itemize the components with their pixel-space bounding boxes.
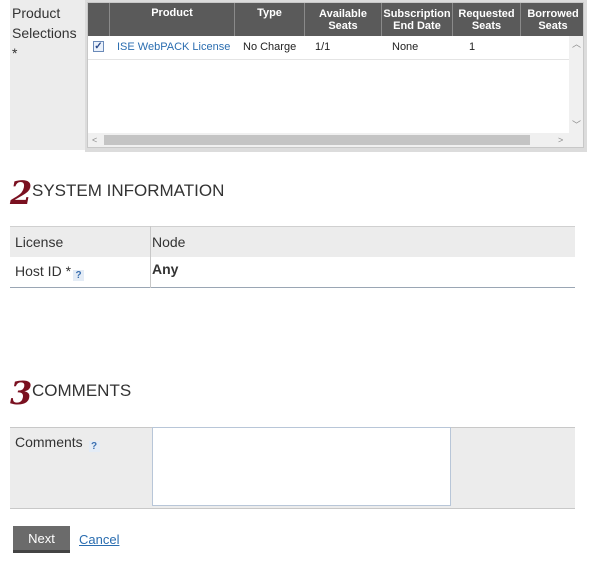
column-header-subscription-end-date[interactable]: Subscription End Date [382,3,453,36]
section-number-3: 3 [10,374,33,412]
horizontal-scrollbar[interactable]: < > [88,133,570,147]
product-checkbox[interactable]: ✓ [93,41,104,52]
column-header-requested-seats[interactable]: Requested Seats [453,3,521,36]
host-id-label: Host ID *? [15,263,85,281]
system-information-table: License Node Host ID *? Any [10,226,575,288]
host-id-label-text: Host ID * [15,263,72,279]
available-seats: 1/1 [315,41,331,53]
host-id-value: Any [152,261,179,277]
requested-seats: 1 [469,41,476,53]
system-information-title: SYSTEM INFORMATION [32,181,225,200]
column-divider [150,226,151,288]
scroll-down-icon[interactable]: ﹀ [572,120,581,130]
cancel-link[interactable]: Cancel [79,532,119,547]
horizontal-scroll-thumb[interactable] [104,135,530,145]
column-header-type[interactable]: Type [235,3,305,36]
product-type: No Charge [243,41,297,53]
scrollbar-corner [569,133,583,147]
column-header-select [88,3,110,36]
license-value: Node [152,234,186,250]
product-selections-grid: Product Type Available Seats Subscriptio… [87,2,584,148]
comments-textarea[interactable] [152,427,451,506]
product-selections-label: Product Selections * [12,3,84,63]
comments-title: COMMENTS [32,381,132,400]
subscription-end-date: None [392,41,419,53]
help-icon[interactable]: ? [73,270,85,281]
license-label: License [15,234,64,250]
section-number-2: 2 [10,174,33,212]
column-header-borrowed-seats[interactable]: Borrowed Seats [521,3,583,36]
scroll-right-icon[interactable]: > [558,135,563,145]
product-name-link[interactable]: ISE WebPACK License [117,36,230,59]
help-icon[interactable]: ? [88,441,100,452]
comments-label-text: Comments [15,434,83,450]
column-header-available-seats[interactable]: Available Seats [305,3,382,36]
scroll-up-icon[interactable]: ︿ [572,39,581,49]
comments-label: Comments ? [15,434,100,452]
scroll-left-icon[interactable]: < [92,135,97,145]
license-row: License Node [10,226,575,257]
required-marker: * [12,45,18,61]
host-id-row: Host ID *? Any [10,257,575,288]
vertical-scrollbar[interactable]: ︿ ﹀ [569,36,583,134]
next-button[interactable]: Next [13,526,70,553]
column-header-product[interactable]: Product [110,3,235,36]
table-row: ✓ ISE WebPACK License No Charge 1/1 None… [88,36,570,60]
product-selections-label-text: Product Selections [12,5,77,41]
